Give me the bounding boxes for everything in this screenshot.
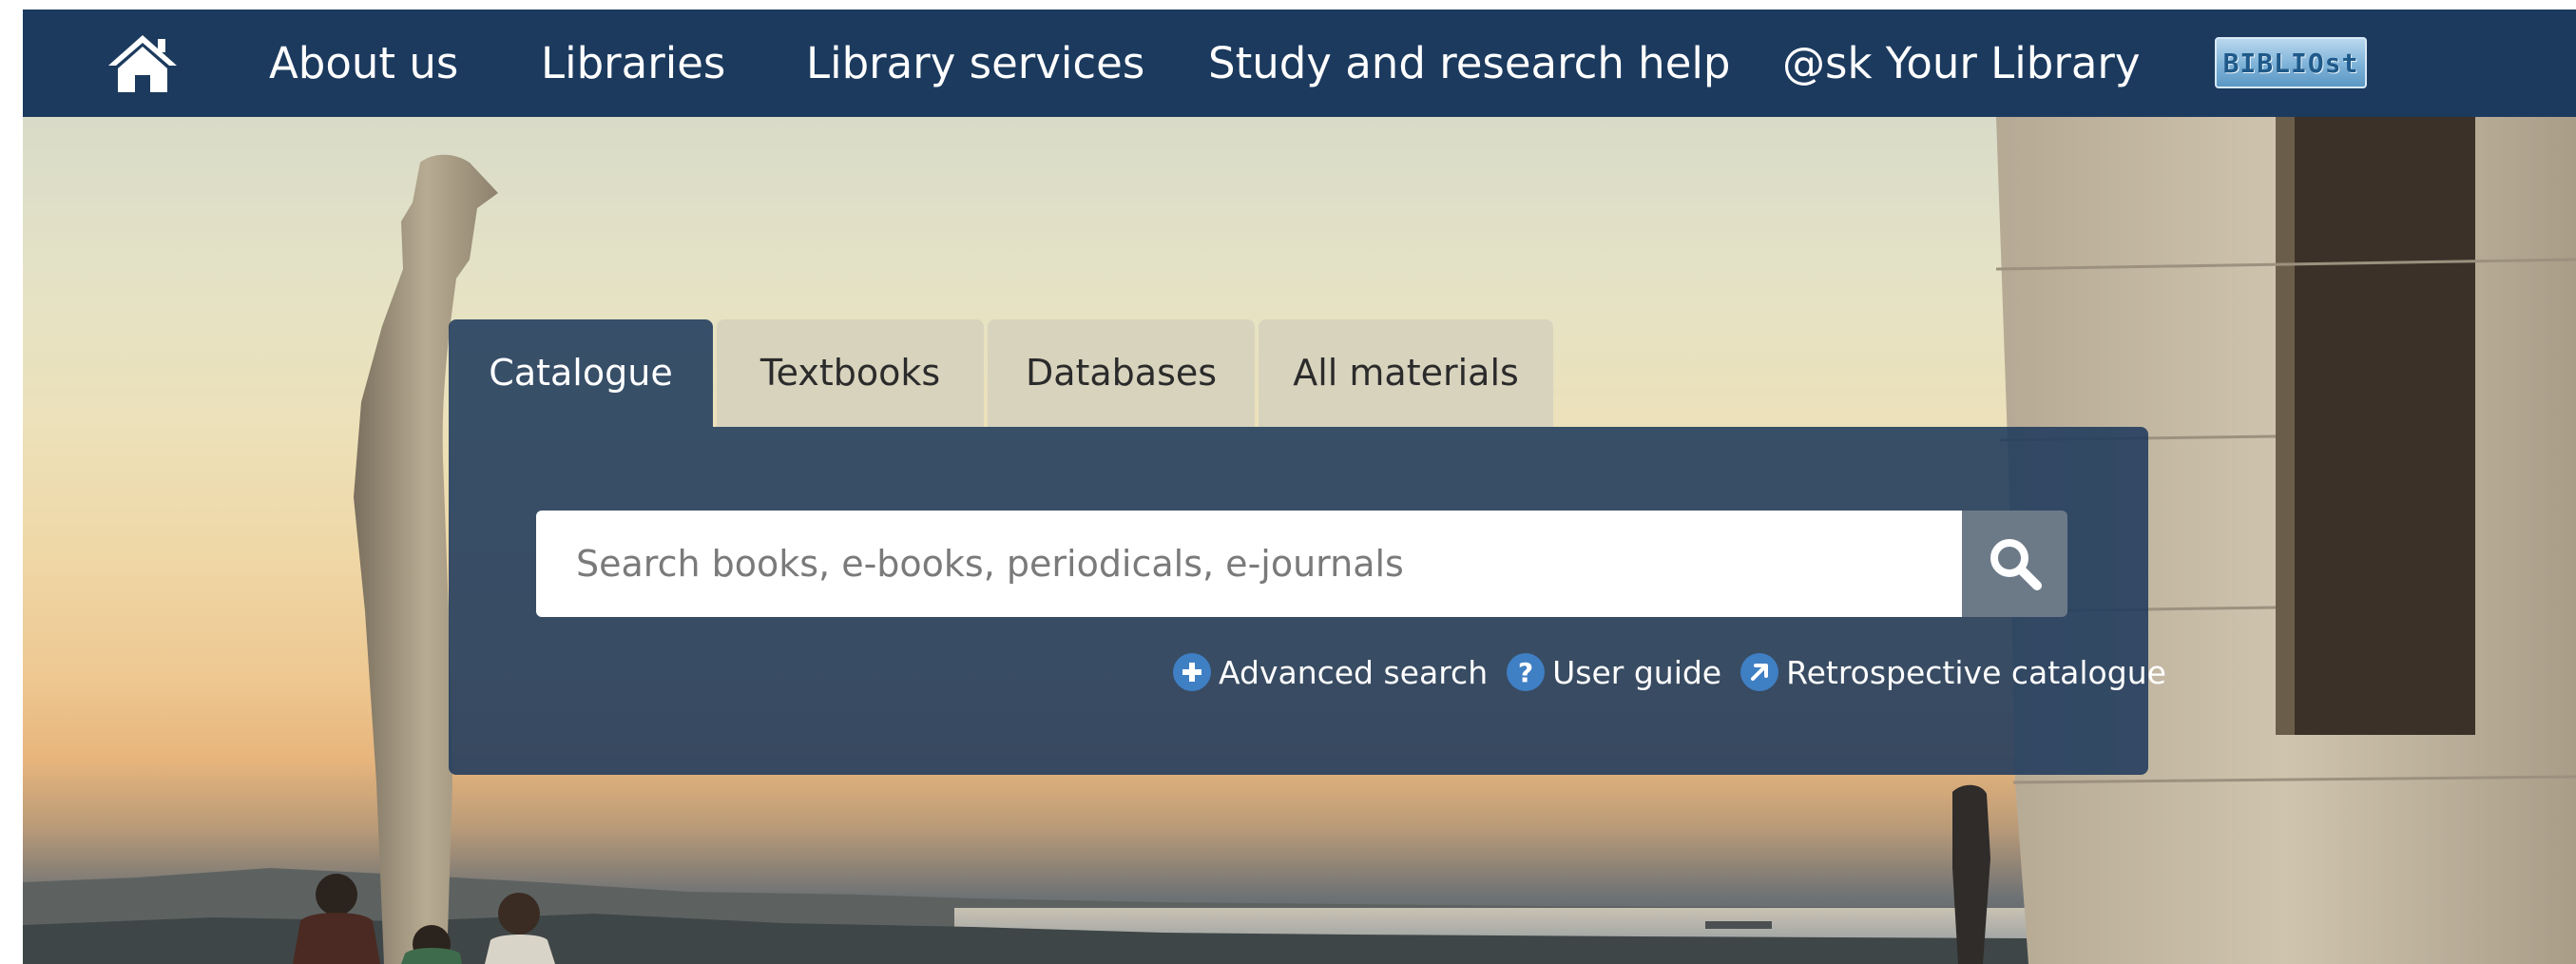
user-guide-link[interactable]: ? User guide bbox=[1507, 653, 1721, 691]
search-input[interactable] bbox=[536, 511, 1962, 617]
nav-about-us[interactable]: About us bbox=[269, 10, 458, 117]
svg-text:?: ? bbox=[1518, 658, 1533, 686]
home-icon bbox=[108, 35, 177, 92]
nav-libraries[interactable]: Libraries bbox=[541, 10, 725, 117]
biblio-logo[interactable]: BIBLIOst bbox=[2215, 37, 2367, 88]
nav-library-services[interactable]: Library services bbox=[806, 10, 1144, 117]
tab-catalogue[interactable]: Catalogue bbox=[449, 319, 713, 427]
biblio-logo-text: BIBLIOst bbox=[2222, 47, 2359, 79]
page: About us Libraries Library services Stud… bbox=[23, 10, 2576, 964]
tab-all-materials[interactable]: All materials bbox=[1259, 319, 1553, 427]
user-guide-label: User guide bbox=[1552, 653, 1722, 691]
search-links: Advanced search ? User guide Retrospecti… bbox=[1173, 648, 2185, 696]
home-link[interactable] bbox=[104, 30, 182, 97]
search-button[interactable] bbox=[1962, 511, 2067, 617]
search-tabs: Catalogue Textbooks Databases All materi… bbox=[449, 319, 1557, 427]
search-icon bbox=[1990, 539, 2042, 590]
tab-databases[interactable]: Databases bbox=[988, 319, 1255, 427]
main-navbar: About us Libraries Library services Stud… bbox=[23, 10, 2576, 117]
tab-textbooks[interactable]: Textbooks bbox=[717, 319, 984, 427]
nav-study-research-help[interactable]: Study and research help bbox=[1208, 10, 1730, 117]
external-arrow-circle-icon bbox=[1740, 653, 1779, 691]
retrospective-catalogue-link[interactable]: Retrospective catalogue bbox=[1740, 653, 2166, 691]
advanced-search-label: Advanced search bbox=[1219, 653, 1489, 691]
question-circle-icon: ? bbox=[1507, 653, 1546, 691]
plus-circle-icon bbox=[1173, 653, 1211, 691]
nav-ask-your-library[interactable]: @sk Your Library bbox=[1782, 10, 2141, 117]
retrospective-catalogue-label: Retrospective catalogue bbox=[1786, 653, 2166, 691]
advanced-search-link[interactable]: Advanced search bbox=[1173, 653, 1488, 691]
